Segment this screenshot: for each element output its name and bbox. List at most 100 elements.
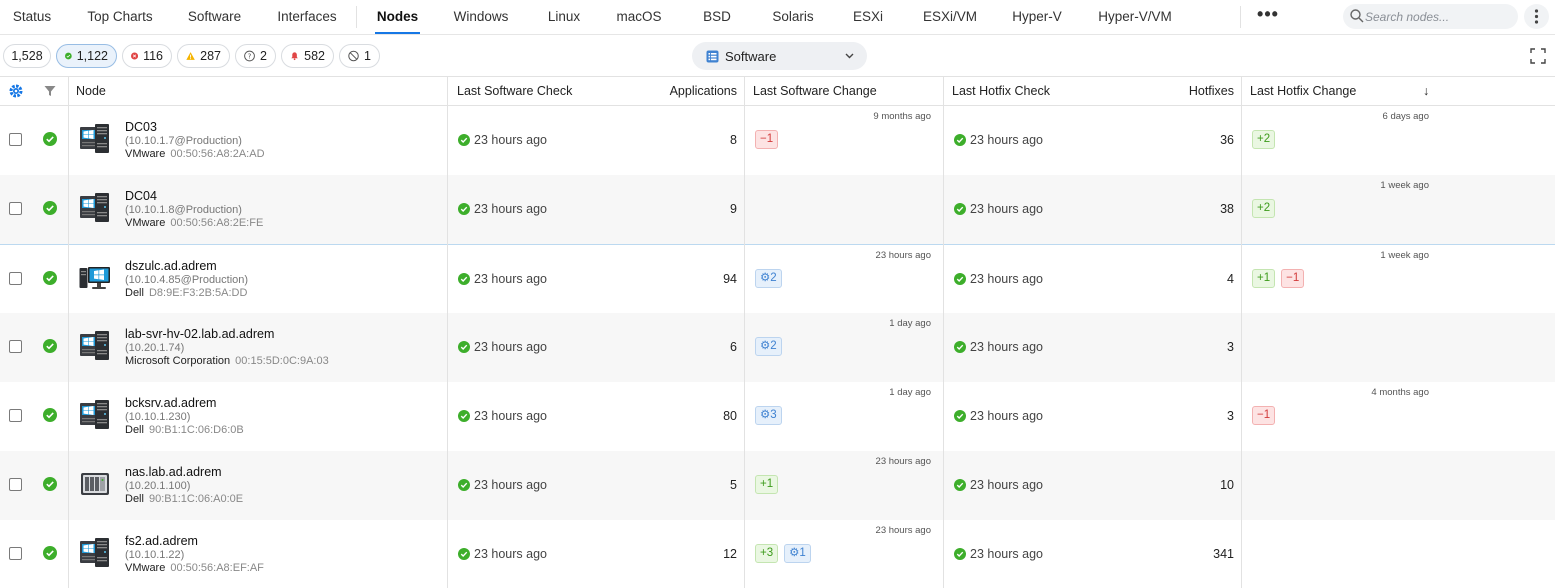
table-row[interactable]: bcksrv.ad.adrem (10.10.1.230) Dell 90:B1:1C… <box>0 382 1555 451</box>
filter-warning-chip[interactable]: 287 <box>177 44 230 68</box>
header-node[interactable]: Node <box>76 77 106 105</box>
hotfixes-count: 38 <box>1220 202 1234 216</box>
row-checkbox[interactable] <box>9 202 22 215</box>
check-ok-icon <box>954 410 966 422</box>
tab-status[interactable]: Status <box>6 0 58 33</box>
more-tabs-button[interactable]: ••• <box>1256 3 1280 29</box>
vendor-name: VMware <box>125 217 166 229</box>
tab-interfaces[interactable]: Interfaces <box>273 0 341 33</box>
search-icon <box>1350 9 1364 23</box>
header-last-hotfix-check[interactable]: Last Hotfix Check <box>952 77 1050 105</box>
node-name[interactable]: dszulc.ad.adrem <box>125 259 217 273</box>
search-input[interactable] <box>1365 7 1511 26</box>
filter-error-chip[interactable]: 116 <box>122 44 172 68</box>
last-hotfix-check-text: 23 hours ago <box>970 340 1043 354</box>
software-change-badge: +1 <box>755 475 779 494</box>
tab-hyper-v[interactable]: Hyper-V <box>1009 0 1065 33</box>
tab-nodes[interactable]: Nodes <box>375 0 420 34</box>
row-checkbox[interactable] <box>9 272 22 285</box>
tab-windows[interactable]: Windows <box>448 0 514 33</box>
last-software-check: 23 hours ago <box>458 478 547 492</box>
tab-divider <box>1240 6 1241 28</box>
hotfix-change-time: 1 week ago <box>1380 180 1429 191</box>
hotfix-change-time: 1 week ago <box>1380 250 1429 261</box>
tab-divider <box>356 6 357 28</box>
node-name[interactable]: lab-svr-hv-02.lab.ad.adrem <box>125 327 274 341</box>
table-row[interactable]: fs2.ad.adrem (10.10.1.22) VMware 00:50:56:A… <box>0 520 1555 588</box>
check-ok-icon <box>954 341 966 353</box>
table-row[interactable]: lab-svr-hv-02.lab.ad.adrem (10.20.1.74) Mi… <box>0 313 1555 382</box>
windows-server-icon <box>79 537 111 569</box>
hotfix-change-badge: +2 <box>1252 199 1276 218</box>
last-software-check-text: 23 hours ago <box>474 409 547 423</box>
table-row[interactable]: DC04 (10.10.1.8@Production) VMware 00:50:56… <box>0 175 1555 244</box>
vendor-name: Dell <box>125 287 144 299</box>
tab-software[interactable]: Software <box>183 0 246 33</box>
table-row[interactable]: DC03 (10.10.1.7@Production) VMware 00:50:56… <box>0 106 1555 175</box>
header-last-software-change[interactable]: Last Software Change <box>753 77 877 105</box>
filter-alerts-chip[interactable]: 582 <box>281 44 334 68</box>
row-checkbox[interactable] <box>9 478 22 491</box>
software-change-time: 9 months ago <box>873 111 931 122</box>
table-row[interactable]: nas.lab.ad.adrem (10.20.1.100) Dell 90:B1:1… <box>0 451 1555 520</box>
check-ok-icon <box>954 479 966 491</box>
filter-error-count: 116 <box>143 49 163 63</box>
hotfixes-count: 3 <box>1227 340 1234 354</box>
sort-descending-icon[interactable]: ↓ <box>1423 77 1429 105</box>
last-hotfix-check-text: 23 hours ago <box>970 202 1043 216</box>
header-last-hotfix-change[interactable]: Last Hotfix Change <box>1250 77 1356 105</box>
filter-unknown-chip[interactable]: ? 2 <box>235 44 276 68</box>
mac-address: 90:B1:1C:06:A0:0E <box>148 493 244 505</box>
hotfix-change-badges: +1 −1 <box>1252 269 1305 288</box>
table-row[interactable]: dszulc.ad.adrem (10.10.4.85@Production) De… <box>0 244 1555 313</box>
search-box[interactable] <box>1343 4 1518 29</box>
status-ok-icon <box>43 408 57 422</box>
last-hotfix-check: 23 hours ago <box>954 340 1043 354</box>
tab-bsd[interactable]: BSD <box>700 0 734 33</box>
tab-solaris[interactable]: Solaris <box>768 0 818 33</box>
header-hotfixes[interactable]: Hotfixes <box>1150 77 1234 105</box>
filter-icon[interactable] <box>44 85 56 97</box>
gear-icon[interactable] <box>8 83 24 99</box>
row-checkbox[interactable] <box>9 133 22 146</box>
node-address: (10.10.4.85@Production) <box>125 274 249 286</box>
last-hotfix-check-text: 23 hours ago <box>970 547 1043 561</box>
hotfix-change-badge: +1 <box>1252 269 1276 288</box>
tab-hyper-v-vm[interactable]: Hyper-V/VM <box>1095 0 1175 33</box>
node-name[interactable]: DC04 <box>125 189 157 203</box>
filter-bar: 1,528 1,122 116 287 ? 2 582 1 Software <box>0 35 1555 76</box>
tab-linux[interactable]: Linux <box>544 0 584 33</box>
row-checkbox[interactable] <box>9 340 22 353</box>
header-last-software-check[interactable]: Last Software Check <box>457 77 572 105</box>
node-name[interactable]: DC03 <box>125 120 157 134</box>
row-checkbox[interactable] <box>9 409 22 422</box>
tab-macos[interactable]: macOS <box>616 0 662 33</box>
node-name[interactable]: fs2.ad.adrem <box>125 534 198 548</box>
mac-address: 00:15:5D:0C:9A:03 <box>235 355 329 367</box>
node-name[interactable]: bcksrv.ad.adrem <box>125 396 216 410</box>
tab-esxi-vm[interactable]: ESXi/VM <box>922 0 978 33</box>
last-software-check: 23 hours ago <box>458 409 547 423</box>
view-select[interactable]: Software <box>692 42 867 70</box>
software-change-badge: ⚙2 <box>755 269 782 288</box>
mac-address: 00:50:56:A8:2E:FE <box>170 217 264 229</box>
filter-all-chip[interactable]: 1,528 <box>3 44 51 68</box>
header-applications[interactable]: Applications <box>648 77 737 105</box>
node-vendor: VMware 00:50:56:A8:EF:AF <box>125 562 264 574</box>
tab-esxi[interactable]: ESXi <box>852 0 884 33</box>
check-ok-icon <box>458 410 470 422</box>
windows-server-icon <box>79 192 111 224</box>
row-checkbox[interactable] <box>9 547 22 560</box>
last-software-check: 23 hours ago <box>458 272 547 286</box>
fullscreen-icon[interactable] <box>1530 48 1546 64</box>
tab-top-charts[interactable]: Top Charts <box>82 0 158 33</box>
filter-disabled-chip[interactable]: 1 <box>339 44 380 68</box>
filter-warning-count: 287 <box>200 49 221 63</box>
check-ok-icon <box>458 134 470 146</box>
kebab-menu-button[interactable] <box>1524 4 1549 29</box>
windows-server-icon <box>79 399 111 431</box>
node-address: (10.10.1.8@Production) <box>125 204 242 216</box>
filter-ok-chip[interactable]: 1,122 <box>56 44 117 68</box>
last-software-check: 23 hours ago <box>458 133 547 147</box>
node-name[interactable]: nas.lab.ad.adrem <box>125 465 222 479</box>
